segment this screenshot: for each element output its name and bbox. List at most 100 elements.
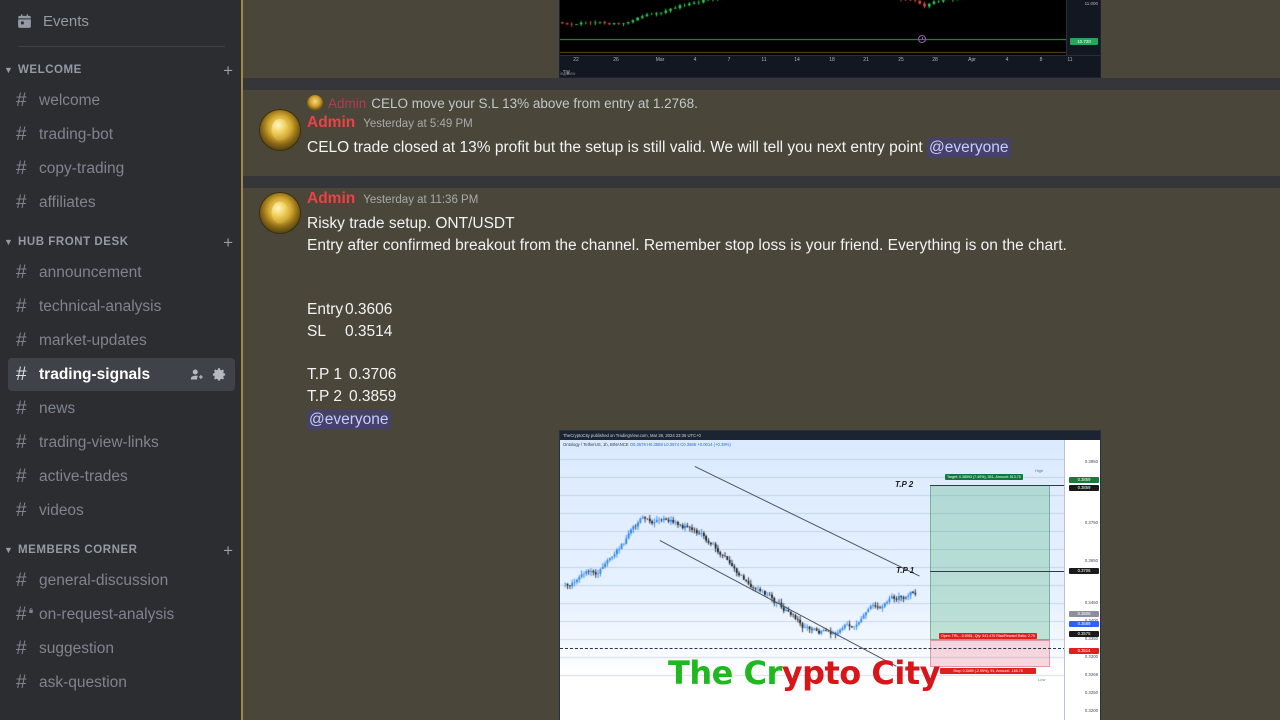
message-group-2[interactable]: Admin Yesterday at 11:36 PM Risky trade … bbox=[243, 190, 1280, 257]
sidebar-item-general-discussion[interactable]: # general-discussion bbox=[8, 564, 235, 597]
sidebar-item-label: general-discussion bbox=[39, 571, 169, 589]
sidebar-item-trading-bot[interactable]: # trading-bot bbox=[8, 118, 235, 151]
message-separator-2 bbox=[243, 176, 1280, 188]
message-group-1[interactable]: Admin CELO move your S.L 13% above from … bbox=[243, 92, 1280, 158]
sidebar-category-welcome[interactable]: ▼ WELCOME + bbox=[0, 57, 243, 83]
tp2-label: T.P 2 bbox=[895, 480, 914, 489]
chart-top-plot bbox=[560, 0, 1068, 57]
reply-context[interactable]: Admin CELO move your S.L 13% above from … bbox=[307, 92, 1264, 114]
message-author[interactable]: Admin bbox=[307, 190, 355, 208]
sidebar-item-label: welcome bbox=[39, 91, 101, 109]
sidebar-category-members-corner[interactable]: ▼ MEMBERS CORNER + bbox=[0, 537, 243, 563]
take-profit-zone bbox=[930, 485, 1050, 640]
tp1-level-line bbox=[930, 571, 1064, 572]
trade-details: Entry 0.3606 SL 0.3514 T.P 1 0.3706 T.P … bbox=[243, 299, 1280, 431]
mention-everyone[interactable]: @everyone bbox=[307, 410, 391, 430]
channel-sidebar[interactable]: Events ▼ WELCOME + # welcome # trading-bot # cop… bbox=[0, 0, 243, 720]
sidebar-item-events[interactable]: Events bbox=[8, 4, 235, 38]
message-body: CELO trade closed at 13% profit but the … bbox=[307, 136, 1264, 158]
sidebar-item-label: news bbox=[39, 399, 76, 417]
hash-icon: # bbox=[16, 124, 27, 145]
chart-top-attachment[interactable]: 11.500 11.000 10.720 22 26 Mar 4 7 11 14… bbox=[559, 0, 1101, 78]
trade-value: 0.3859 bbox=[349, 388, 397, 405]
hash-icon: # bbox=[16, 330, 27, 351]
low-label: Low bbox=[1038, 677, 1046, 682]
price-tick: 0.3950 bbox=[1084, 459, 1098, 464]
message-line-1: Risky trade setup. ONT/USDT bbox=[307, 215, 515, 232]
price-tick: 0.3450 bbox=[1084, 600, 1098, 605]
date-tick: 4 bbox=[693, 57, 697, 63]
chevron-down-icon: ▼ bbox=[4, 544, 13, 555]
tradingview-brand: TradingView bbox=[560, 70, 575, 76]
chart-watermark: The Crypto City bbox=[668, 654, 941, 692]
sidebar-item-affiliates[interactable]: # affiliates bbox=[8, 186, 235, 219]
gear-icon[interactable] bbox=[212, 367, 227, 382]
message-line-2: Entry after confirmed breakout from the … bbox=[307, 237, 1067, 255]
hash-icon: # bbox=[16, 398, 27, 419]
sidebar-item-trading-view-links[interactable]: # trading-view-links bbox=[8, 426, 235, 459]
date-tick: 7 bbox=[727, 57, 731, 63]
sidebar-item-label: affiliates bbox=[39, 193, 96, 211]
chart-bottom-attachment[interactable]: TheCryptoCity published on TradingView.c… bbox=[559, 430, 1101, 720]
tp2-price-tag: 0.3859 bbox=[1069, 477, 1099, 484]
avatar[interactable] bbox=[259, 192, 301, 234]
add-member-icon[interactable] bbox=[189, 367, 204, 382]
sidebar-category-hub-front-desk[interactable]: ▼ HUB FRONT DESK + bbox=[0, 229, 243, 255]
date-tick: 14 bbox=[794, 57, 800, 63]
entry-dashed-line bbox=[560, 648, 1064, 649]
chart-bottom-plot: T.P 2 T.P 1 High Low Target: 0.38593 (7.… bbox=[560, 440, 1064, 720]
message-author[interactable]: Admin bbox=[307, 114, 355, 132]
trade-row: Entry 0.3606 bbox=[307, 299, 1280, 321]
sidebar-item-label: suggestion bbox=[39, 639, 114, 657]
hash-icon: # bbox=[16, 262, 27, 283]
date-tick: 4 bbox=[1005, 57, 1009, 63]
add-channel-icon[interactable]: + bbox=[223, 234, 235, 251]
add-channel-icon[interactable]: + bbox=[223, 62, 235, 79]
date-tick: 26 bbox=[613, 57, 619, 63]
trade-label: Entry bbox=[307, 301, 344, 318]
sidebar-item-label: trading-bot bbox=[39, 125, 114, 143]
sidebar-scroll-area[interactable]: Events ▼ WELCOME + # welcome # trading-bot # cop… bbox=[0, 0, 243, 699]
chevron-down-icon: ▼ bbox=[4, 236, 13, 247]
sidebar-item-label: announcement bbox=[39, 263, 142, 281]
sidebar-item-copy-trading[interactable]: # copy-trading bbox=[8, 152, 235, 185]
chart-ohlc-label: O0.3578 H0.3588 L0.3574 C0.3586 +0.0014 … bbox=[629, 442, 731, 447]
sidebar-item-news[interactable]: # news bbox=[8, 392, 235, 425]
sidebar-item-label: videos bbox=[39, 501, 84, 519]
sidebar-item-label: technical-analysis bbox=[39, 297, 162, 315]
sidebar-category-label: WELCOME bbox=[18, 64, 82, 76]
tradingview-brand-label: TradingView bbox=[560, 71, 576, 76]
price-tick: 0.3250 bbox=[1084, 690, 1098, 695]
sidebar-item-videos[interactable]: # videos bbox=[8, 494, 235, 527]
date-tick: 25 bbox=[898, 57, 904, 63]
current-price-tag: 10.720 bbox=[1070, 38, 1098, 45]
trade-label: T.P 1 bbox=[307, 366, 343, 383]
sidebar-item-on-request-analysis[interactable]: # on-request-analysis bbox=[8, 598, 235, 631]
sidebar-item-market-updates[interactable]: # market-updates bbox=[8, 324, 235, 357]
hash-icon: # bbox=[16, 432, 27, 453]
trade-row: T.P 1 0.3706 bbox=[307, 364, 1280, 386]
app-root: Events ▼ WELCOME + # welcome # trading-bot # cop… bbox=[0, 0, 1280, 720]
sidebar-item-ask-question[interactable]: # ask-question bbox=[8, 666, 235, 699]
trade-spacer bbox=[307, 343, 1280, 364]
avatar[interactable] bbox=[259, 109, 301, 151]
mention-everyone[interactable]: @everyone bbox=[927, 138, 1011, 158]
date-tick: 18 bbox=[829, 57, 835, 63]
sidebar-item-trading-signals[interactable]: # trading-signals bbox=[8, 358, 235, 391]
sidebar-item-suggestion[interactable]: # suggestion bbox=[8, 632, 235, 665]
price-tick: 0.3750 bbox=[1084, 520, 1098, 525]
hash-icon: # bbox=[16, 364, 27, 385]
add-channel-icon[interactable]: + bbox=[223, 542, 235, 559]
watermark-green: The Cr bbox=[668, 654, 782, 692]
sidebar-item-welcome[interactable]: # welcome bbox=[8, 84, 235, 117]
calendar-icon bbox=[16, 13, 33, 30]
message-list[interactable]: 11.500 11.000 10.720 22 26 Mar 4 7 11 14… bbox=[243, 0, 1280, 720]
tp2-level-line bbox=[930, 485, 1064, 486]
sidebar-item-label: trading-signals bbox=[39, 365, 151, 383]
sidebar-item-announcement[interactable]: # announcement bbox=[8, 256, 235, 289]
reply-author[interactable]: Admin bbox=[328, 96, 366, 111]
sidebar-item-technical-analysis[interactable]: # technical-analysis bbox=[8, 290, 235, 323]
sidebar-item-active-trades[interactable]: # active-trades bbox=[8, 460, 235, 493]
last-price-tag: 0.3575 bbox=[1069, 631, 1099, 638]
date-tick: 11 bbox=[1067, 57, 1073, 63]
